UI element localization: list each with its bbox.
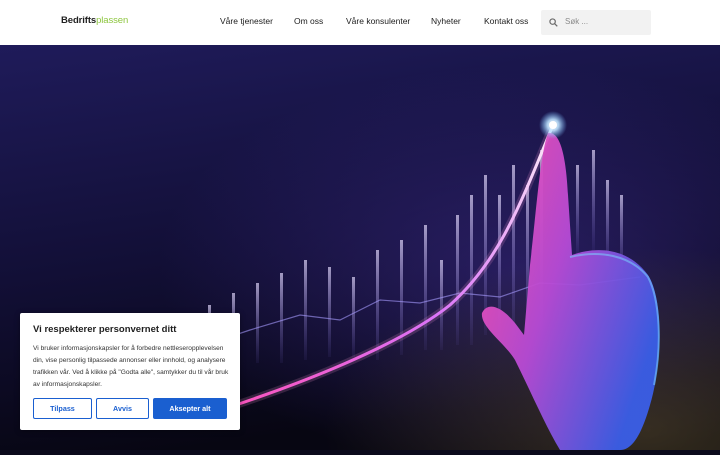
nav-item-news[interactable]: Nyheter xyxy=(431,16,461,26)
cookie-banner-text: Vi bruker informasjonskapsler for å forb… xyxy=(33,345,229,388)
site-logo[interactable]: Bedriftsplassen xyxy=(61,15,128,26)
reject-button[interactable]: Avvis xyxy=(96,398,149,419)
accept-all-button[interactable]: Aksepter alt xyxy=(153,398,227,419)
customize-button[interactable]: Tilpass xyxy=(33,398,92,419)
search-input[interactable]: Søk ... xyxy=(565,17,588,26)
nav-item-consultants[interactable]: Våre konsulenter xyxy=(346,16,410,26)
nav-item-contact[interactable]: Kontakt oss xyxy=(484,16,528,26)
cookie-consent-banner: Vi respekterer personvernet ditt Vi bruk… xyxy=(20,313,240,430)
nav-item-services[interactable]: Våre tjenester xyxy=(220,16,273,26)
search-box[interactable]: Søk ... xyxy=(541,10,651,35)
site-header: Bedriftsplassen Våre tjenester Om oss Vå… xyxy=(0,0,720,45)
cookie-banner-title: Vi respekterer personvernet ditt xyxy=(33,324,177,335)
search-icon xyxy=(549,18,558,27)
nav-item-about[interactable]: Om oss xyxy=(294,16,323,26)
